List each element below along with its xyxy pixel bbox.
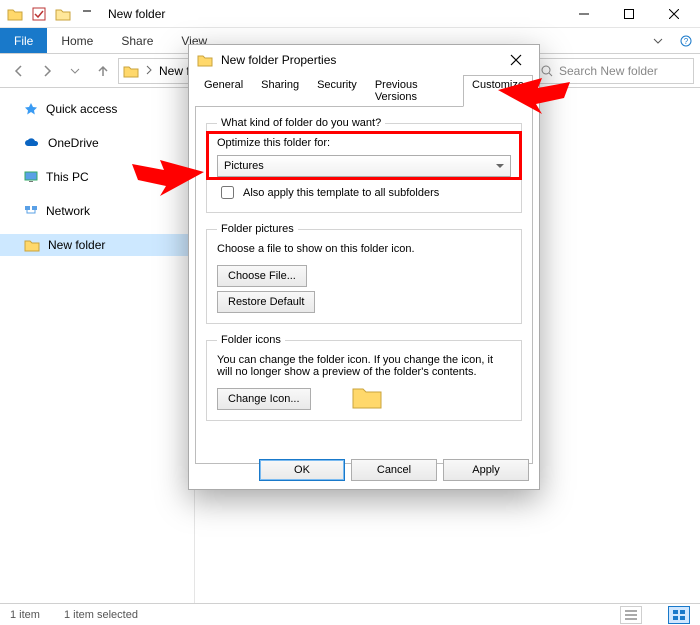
choose-file-button[interactable]: Choose File... <box>217 265 307 287</box>
star-icon <box>24 102 38 116</box>
ribbon-expand-icon[interactable] <box>644 28 672 53</box>
folder-app-icon <box>4 3 26 25</box>
group-folder-pictures: Folder pictures Choose a file to show on… <box>206 223 522 324</box>
apply-subfolders-label: Also apply this template to all subfolde… <box>243 187 439 199</box>
dialog-tabs: General Sharing Security Previous Versio… <box>189 75 539 107</box>
tab-general[interactable]: General <box>195 75 252 107</box>
cancel-button[interactable]: Cancel <box>351 459 437 481</box>
status-bar: 1 item 1 item selected <box>0 603 700 625</box>
restore-default-button[interactable]: Restore Default <box>217 291 315 313</box>
nav-label: This PC <box>46 170 89 184</box>
monitor-icon <box>24 171 38 183</box>
nav-quick-access[interactable]: Quick access <box>0 98 194 120</box>
dialog-body: What kind of folder do you want? Optimiz… <box>195 106 533 464</box>
folder-icon <box>123 64 139 78</box>
group-folder-icons: Folder icons You can change the folder i… <box>206 334 522 421</box>
folder-icon <box>197 53 213 67</box>
window-title: New folder <box>108 7 165 21</box>
nav-onedrive[interactable]: OneDrive <box>0 132 194 154</box>
ok-button[interactable]: OK <box>259 459 345 481</box>
status-item-count: 1 item <box>10 609 40 621</box>
folder-large-icon <box>351 384 383 410</box>
network-icon <box>24 205 38 217</box>
nav-label: New folder <box>48 238 105 252</box>
dialog-close-button[interactable] <box>501 45 531 75</box>
tab-sharing[interactable]: Sharing <box>252 75 308 107</box>
nav-forward-button[interactable] <box>34 58 60 84</box>
view-details-button[interactable] <box>620 606 642 624</box>
nav-up-button[interactable] <box>90 58 116 84</box>
folder-icon <box>24 238 40 252</box>
dialog-button-row: OK Cancel Apply <box>189 459 539 481</box>
group-optimize-legend: What kind of folder do you want? <box>217 117 385 129</box>
dialog-title: New folder Properties <box>221 53 336 67</box>
minimize-button[interactable] <box>561 0 606 28</box>
maximize-button[interactable] <box>606 0 651 28</box>
group-pictures-legend: Folder pictures <box>217 223 298 235</box>
group-optimize: What kind of folder do you want? Optimiz… <box>206 117 522 213</box>
qat-newfolder-icon[interactable] <box>52 3 74 25</box>
nav-network[interactable]: Network <box>0 200 194 222</box>
nav-new-folder[interactable]: New folder <box>0 234 194 256</box>
ribbon-tab-share[interactable]: Share <box>107 28 167 53</box>
apply-subfolders-checkbox[interactable] <box>221 186 234 199</box>
search-placeholder: Search New folder <box>559 64 658 78</box>
group-icons-legend: Folder icons <box>217 334 285 346</box>
svg-text:?: ? <box>684 37 689 46</box>
window-titlebar: New folder <box>0 0 700 28</box>
nav-label: OneDrive <box>48 136 99 150</box>
nav-label: Quick access <box>46 102 117 116</box>
qat-properties-icon[interactable] <box>28 3 50 25</box>
icons-desc: You can change the folder icon. If you c… <box>217 354 511 378</box>
dialog-titlebar: New folder Properties <box>189 45 539 75</box>
optimize-dropdown[interactable]: Pictures <box>217 155 511 177</box>
pictures-desc: Choose a file to show on this folder ico… <box>217 243 511 255</box>
tab-previous-versions[interactable]: Previous Versions <box>366 75 463 107</box>
apply-button[interactable]: Apply <box>443 459 529 481</box>
ribbon-help-icon[interactable]: ? <box>672 28 700 53</box>
optimize-value: Pictures <box>224 160 264 172</box>
search-icon <box>541 65 553 77</box>
close-button[interactable] <box>651 0 696 28</box>
ribbon-tab-home[interactable]: Home <box>47 28 107 53</box>
callout-arrow-right <box>498 76 570 116</box>
qat-customize-icon[interactable] <box>76 3 98 25</box>
properties-dialog: New folder Properties General Sharing Se… <box>188 44 540 490</box>
optimize-label: Optimize this folder for: <box>217 137 511 149</box>
change-icon-button[interactable]: Change Icon... <box>217 388 311 410</box>
nav-recent-button[interactable] <box>62 58 88 84</box>
status-selected: 1 item selected <box>64 609 138 621</box>
nav-back-button[interactable] <box>6 58 32 84</box>
view-icons-button[interactable] <box>668 606 690 624</box>
cloud-icon <box>24 137 40 149</box>
callout-arrow-left <box>132 158 204 198</box>
chevron-right-icon <box>145 64 153 78</box>
ribbon-tab-file[interactable]: File <box>0 28 47 53</box>
nav-label: Network <box>46 204 90 218</box>
tab-security[interactable]: Security <box>308 75 366 107</box>
